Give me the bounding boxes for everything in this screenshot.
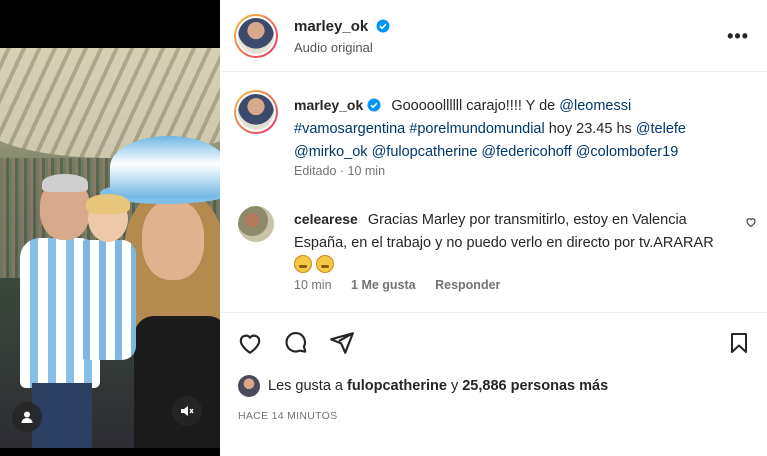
comment-text: celearese Gracias Marley por transmitirl…	[294, 208, 734, 278]
heart-icon	[239, 334, 261, 355]
more-options-button[interactable]: •••	[727, 26, 749, 47]
post-header: marley_ok Audio original •••	[220, 0, 767, 72]
mute-toggle-button[interactable]	[172, 396, 202, 426]
caption-author-username[interactable]: marley_ok	[294, 97, 363, 113]
bookmark-icon	[731, 333, 747, 353]
share-button[interactable]	[328, 329, 356, 357]
tagged-users-button[interactable]	[12, 402, 42, 432]
save-button[interactable]	[725, 329, 753, 357]
caption-tag-link[interactable]: @federicohoff	[481, 144, 571, 160]
caption-text-segment: Gooooollllll carajo!!!! Y de	[391, 98, 560, 114]
liker-avatar[interactable]	[238, 375, 260, 397]
child-figure	[70, 194, 140, 396]
verified-badge-icon	[376, 19, 390, 33]
comment-like-heart-icon[interactable]	[745, 216, 757, 228]
caption-tag-link[interactable]: #vamosargentina	[294, 121, 405, 137]
post-details-panel: marley_ok Audio original ••• marley_ok G…	[220, 0, 767, 456]
caption-tag-link[interactable]: @mirko_ok	[294, 144, 368, 160]
likes-count-link[interactable]: 25,886 personas más	[462, 378, 608, 394]
caption-tag-link[interactable]: @fulopcatherine	[372, 144, 478, 160]
caption-text-segment: hoy 23.45 hs	[544, 121, 636, 137]
author-username[interactable]: marley_ok	[294, 18, 368, 35]
action-bar	[220, 312, 767, 372]
comment-likes-link[interactable]: 1 Me gusta	[351, 278, 416, 292]
caption-tag-link[interactable]: @telefe	[636, 121, 686, 137]
liker-username[interactable]: fulopcatherine	[347, 378, 447, 394]
media-letterbox-top	[0, 0, 220, 48]
post-media[interactable]	[0, 0, 220, 456]
comment-bubble-icon	[285, 332, 307, 353]
audio-label[interactable]: Audio original	[294, 40, 373, 55]
media-letterbox-bottom	[0, 448, 220, 456]
comment-time: 10 min	[294, 278, 332, 292]
caption-tag-link[interactable]: @colombofer19	[576, 144, 679, 160]
paper-plane-icon	[330, 332, 354, 354]
caption-tag-link[interactable]: @leomessi	[559, 98, 631, 114]
commenter-username[interactable]: celearese	[294, 211, 358, 227]
video-frame	[0, 48, 220, 448]
likes-middle: y	[450, 378, 459, 394]
comment-button[interactable]	[282, 329, 310, 357]
commenter-avatar[interactable]	[238, 206, 274, 242]
author-avatar[interactable]	[234, 14, 278, 58]
verified-badge-icon	[367, 98, 381, 112]
reply-button[interactable]: Responder	[435, 278, 500, 292]
post-timestamp[interactable]: HACE 14 MINUTOS	[238, 410, 337, 422]
clapping-emoji-icon	[316, 255, 334, 273]
likes-prefix: Les gusta a	[268, 378, 343, 394]
user-icon	[21, 411, 33, 423]
clapping-emoji-icon	[294, 255, 312, 273]
caption-tag-link[interactable]: #porelmundomundial	[409, 121, 544, 137]
speaker-muted-icon	[181, 406, 194, 416]
author-username-row: marley_ok	[294, 18, 390, 35]
caption-author-avatar[interactable]	[234, 90, 278, 134]
caption-text: marley_ok Gooooollllll carajo!!!! Y de @…	[294, 94, 744, 164]
caption-meta: Editado · 10 min	[294, 164, 386, 178]
comment-meta: 10 min 1 Me gusta Responder	[294, 278, 516, 292]
likes-summary: Les gusta a fulopcatherine y 25,886 pers…	[238, 375, 608, 397]
caption-author-username-row: marley_ok	[294, 97, 381, 113]
like-button[interactable]	[236, 329, 264, 357]
